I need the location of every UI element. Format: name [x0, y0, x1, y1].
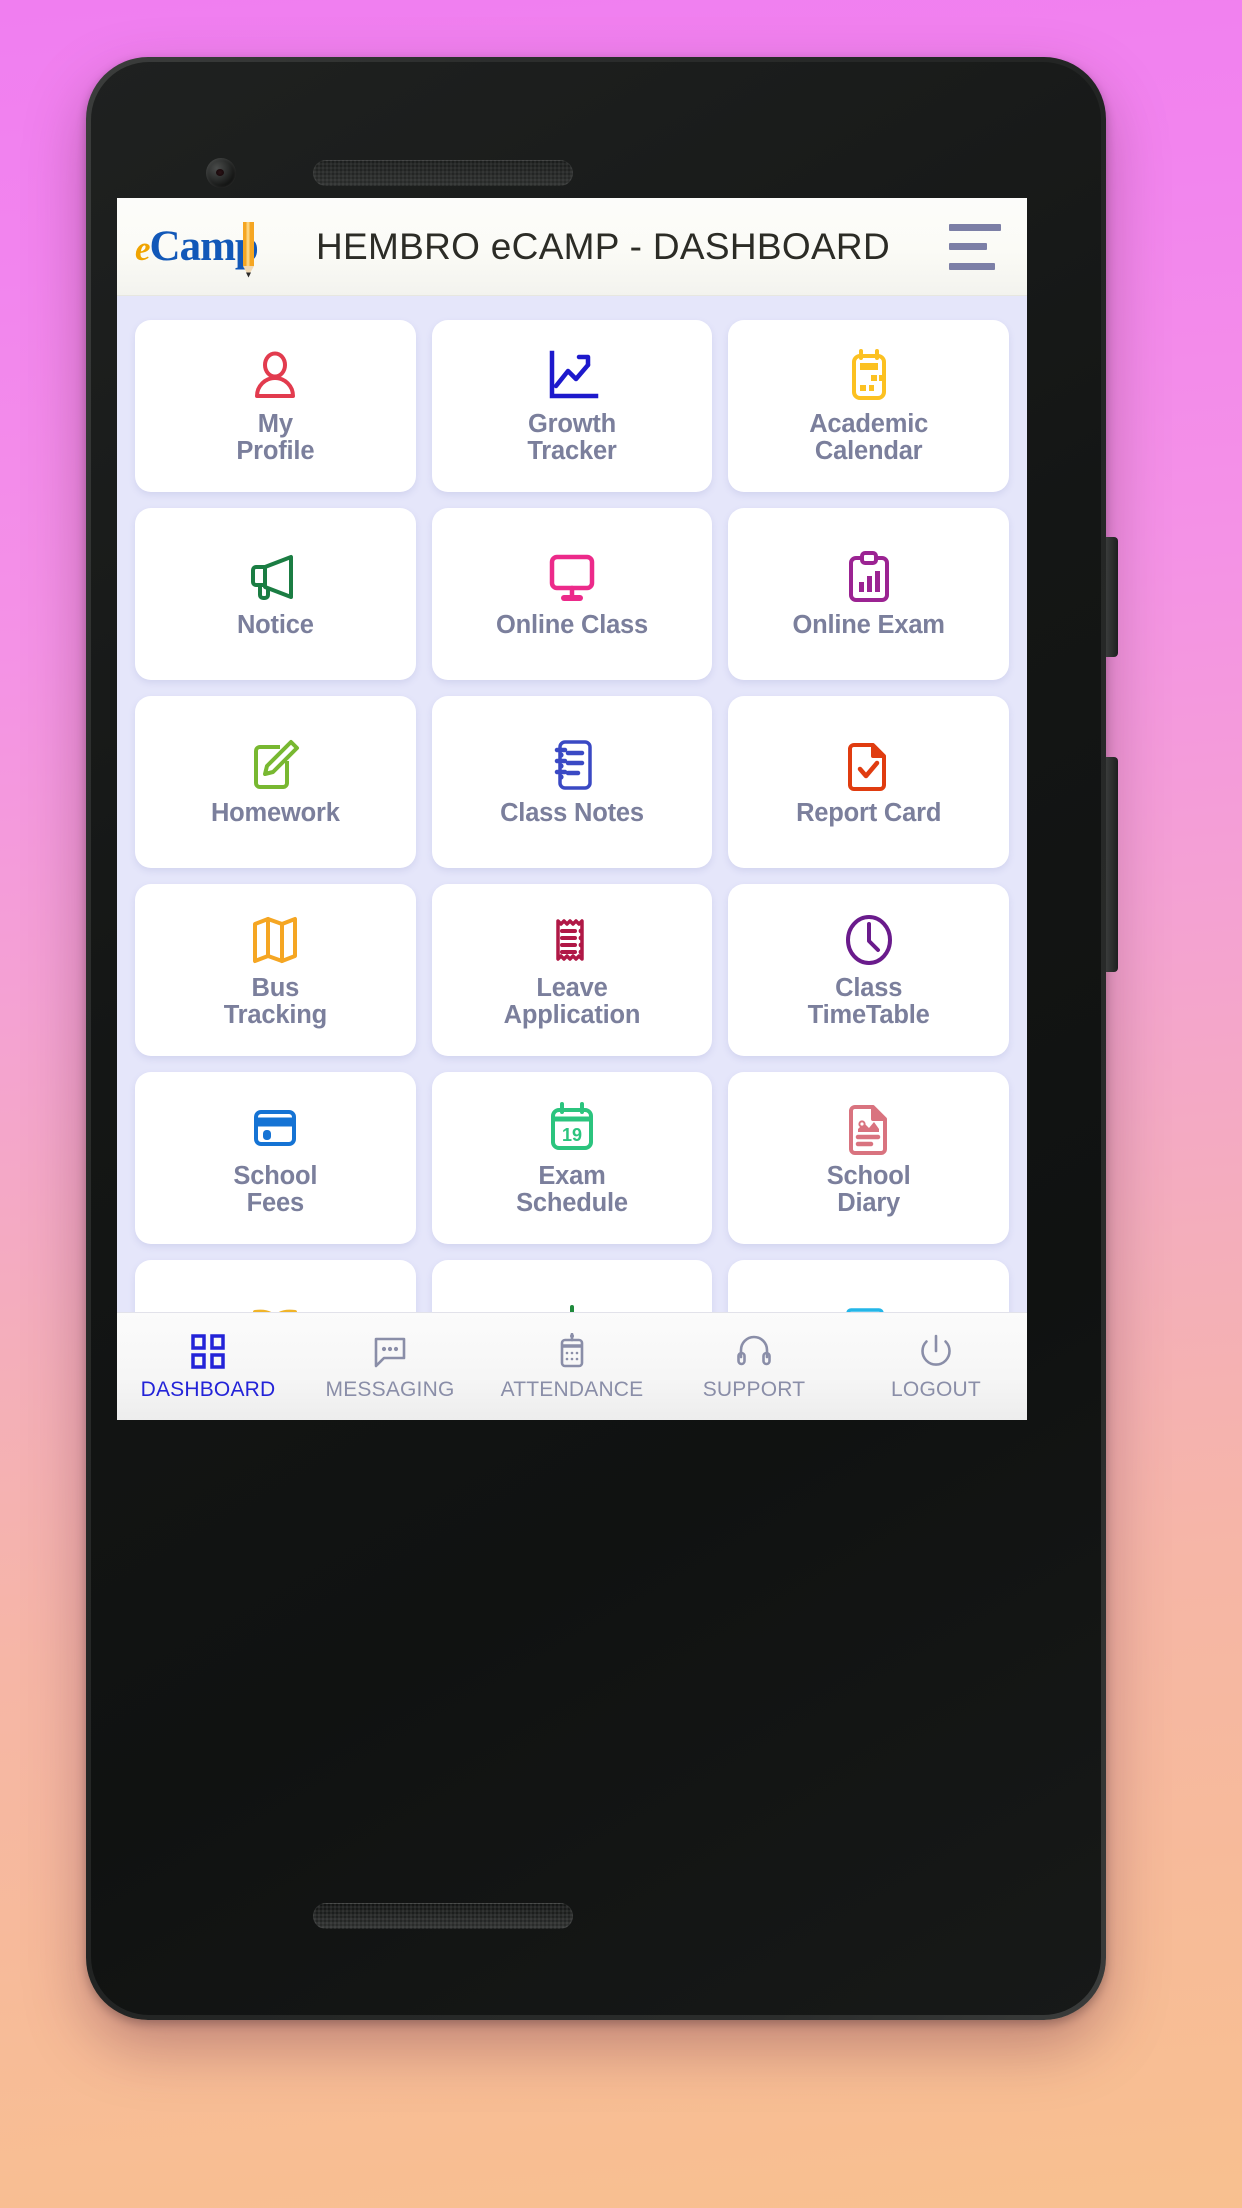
- chat-bubble-icon: [372, 1331, 408, 1371]
- dashboard-tile-grid: My Profile Growth Tracker Academic Calen…: [135, 320, 1009, 1312]
- clipboard-chart-icon: [841, 546, 897, 608]
- document-check-icon: [841, 734, 897, 796]
- calendar-icon: [841, 345, 897, 407]
- notes-list-icon: [544, 734, 600, 796]
- tile-class-notes[interactable]: Class Notes: [431, 696, 713, 868]
- tile-label: Bus Tracking: [223, 973, 327, 1029]
- calendar-date-number: 19: [562, 1125, 582, 1145]
- pencil-icon: [243, 221, 254, 277]
- nav-item-dashboard[interactable]: DASHBOARD: [117, 1331, 299, 1402]
- tile-label: Leave Application: [503, 973, 641, 1029]
- credit-card-icon: [247, 1097, 303, 1159]
- tile-school-fees[interactable]: School Fees: [135, 1072, 416, 1244]
- tile-label: Growth Tracker: [527, 409, 617, 465]
- tile-label: Homework: [210, 799, 340, 828]
- page-title: HEMBRO eCAMP - DASHBOARD: [316, 225, 890, 267]
- nav-item-support[interactable]: SUPPORT: [663, 1331, 845, 1402]
- folded-map-icon: [247, 909, 303, 971]
- tile-label: Report Card: [796, 799, 942, 828]
- nav-item-attendance[interactable]: ATTENDANCE: [481, 1331, 663, 1402]
- line-chart-up-icon: [544, 345, 600, 407]
- ecamp-logo: eCamp: [135, 216, 265, 278]
- tile-online-class[interactable]: Online Class: [431, 508, 713, 680]
- tile-growth-tracker[interactable]: Growth Tracker: [431, 320, 713, 492]
- tile-downloads[interactable]: Downloads: [431, 1260, 713, 1312]
- nav-label: DASHBOARD: [140, 1378, 276, 1401]
- tile-label: Exam Schedule: [516, 1161, 628, 1217]
- nav-item-messaging[interactable]: MESSAGING: [299, 1331, 481, 1402]
- nav-label: LOGOUT: [891, 1378, 981, 1401]
- diary-document-icon: [841, 1097, 897, 1159]
- calendar-date-icon: 19: [544, 1097, 600, 1159]
- clock-icon: [841, 909, 897, 971]
- front-camera-icon: [206, 158, 236, 188]
- tile-label: Online Exam: [792, 611, 945, 640]
- nav-label: MESSAGING: [325, 1378, 455, 1401]
- attendance-icon: [554, 1331, 590, 1371]
- logo-e-text: e: [135, 228, 151, 268]
- dashboard-scroll-area[interactable]: My Profile Growth Tracker Academic Calen…: [117, 296, 1027, 1312]
- phone-body: eCamp HEMBRO eCAMP - DASHBOARD My Profil…: [91, 62, 1101, 2015]
- tile-notice[interactable]: Notice: [135, 508, 416, 680]
- app-header: eCamp HEMBRO eCAMP - DASHBOARD: [117, 198, 1027, 296]
- nav-label: ATTENDANCE: [500, 1378, 644, 1401]
- tile-exam-schedule[interactable]: 19 Exam Schedule: [431, 1072, 713, 1244]
- tile-report-card[interactable]: Report Card: [728, 696, 1009, 868]
- power-icon: [918, 1331, 954, 1371]
- nav-label: SUPPORT: [702, 1378, 806, 1401]
- tile-label: Notice: [236, 611, 314, 640]
- tile-label: My Profile: [236, 409, 315, 465]
- tile-label: Online Class: [495, 611, 649, 640]
- tile-my-profile[interactable]: My Profile: [135, 320, 416, 492]
- tile-library[interactable]: Library: [135, 1260, 416, 1312]
- tile-school-diary[interactable]: School Diary: [728, 1072, 1009, 1244]
- phone-device: eCamp HEMBRO eCAMP - DASHBOARD My Profil…: [86, 57, 1118, 2020]
- hamburger-menu-icon[interactable]: [949, 223, 1001, 270]
- volume-rocker-button[interactable]: [1106, 757, 1118, 972]
- tile-label: Class TimeTable: [807, 973, 930, 1029]
- download-arrow-icon: [544, 1298, 600, 1312]
- pencil-edit-icon: [247, 734, 303, 796]
- tile-newsletter[interactable]: Newsletter: [728, 1260, 1009, 1312]
- bottom-speaker-grille: [313, 1903, 573, 1929]
- receipt-icon: [544, 909, 600, 971]
- tile-label: School Diary: [826, 1161, 911, 1217]
- megaphone-icon: [247, 546, 303, 608]
- grid-squares-icon: [190, 1331, 226, 1371]
- tile-bus-tracking[interactable]: Bus Tracking: [135, 884, 416, 1056]
- nav-item-logout[interactable]: LOGOUT: [845, 1331, 1027, 1402]
- newspaper-icon: [841, 1298, 897, 1312]
- earpiece-speaker-grille: [313, 160, 573, 186]
- open-book-icon: [247, 1298, 303, 1312]
- tile-academic-calendar[interactable]: Academic Calendar: [728, 320, 1009, 492]
- tile-label: School Fees: [233, 1161, 318, 1217]
- monitor-icon: [544, 546, 600, 608]
- tile-online-exam[interactable]: Online Exam: [728, 508, 1009, 680]
- tile-class-timetable[interactable]: Class TimeTable: [728, 884, 1009, 1056]
- bottom-navigation-bar: DASHBOARD MESSAGING ATTENDANCE SUPPORT L…: [117, 1312, 1027, 1420]
- phone-screen: eCamp HEMBRO eCAMP - DASHBOARD My Profil…: [117, 198, 1027, 1420]
- tile-label: Class Notes: [500, 799, 644, 828]
- tile-label: Academic Calendar: [809, 409, 929, 465]
- headset-icon: [736, 1331, 772, 1371]
- power-button[interactable]: [1106, 537, 1118, 657]
- tile-homework[interactable]: Homework: [135, 696, 416, 868]
- user-profile-icon: [247, 345, 303, 407]
- tile-leave-application[interactable]: Leave Application: [431, 884, 713, 1056]
